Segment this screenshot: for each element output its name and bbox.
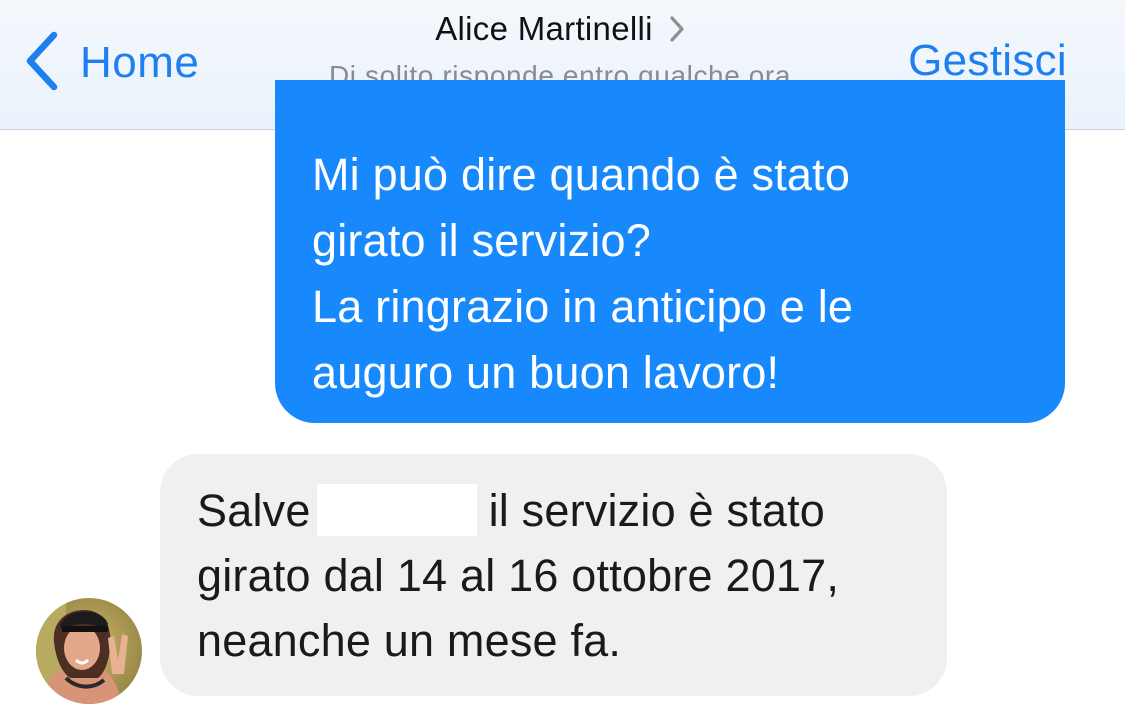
message-line: Mi può dire quando è stato [312,149,851,200]
contact-name: Alice Martinelli [435,10,653,47]
message-text: Salve [197,485,311,536]
message-line: auguro un buon lavoro! [312,347,780,398]
incoming-message-bubble[interactable]: Salve il servizio è stato girato dal 14 a… [160,454,947,696]
avatar[interactable] [36,598,142,704]
message-line: La ringrazio in anticipo e le [312,281,854,332]
back-label: Home [80,38,200,87]
message-line: neanche un mese fa. [197,615,622,666]
message-line: girato dal 14 al 16 ottobre 2017, [197,550,840,601]
contact-title-button[interactable]: Alice Martinelli [435,10,685,48]
chevron-right-icon [669,15,685,43]
message-text: il servizio è stato [488,485,826,536]
message-line: Salve il servizio è stato [197,478,927,543]
chevron-left-icon [24,29,64,98]
outgoing-message-bubble[interactable]: Mi può dire quando è stato girato il ser… [275,80,1065,423]
message-line: girato il servizio? [312,215,651,266]
manage-button[interactable]: Gestisci [908,36,1067,86]
back-button[interactable]: Home [24,30,199,96]
redacted-name-block [316,484,477,536]
